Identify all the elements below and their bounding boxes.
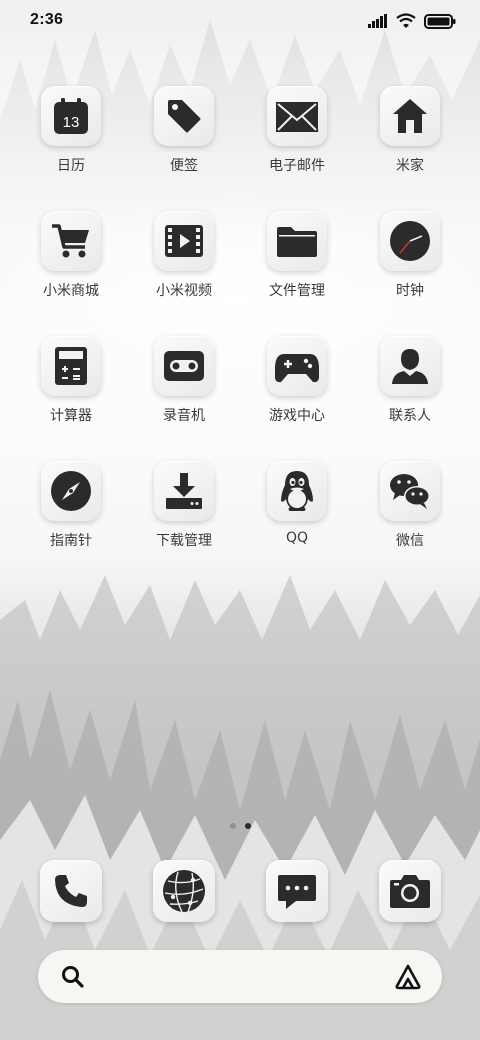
page-dot xyxy=(229,823,236,829)
status-bar: 2:36 xyxy=(0,0,480,44)
app-game-center[interactable]: 游戏中心 xyxy=(241,336,353,448)
search-icon[interactable] xyxy=(60,964,86,990)
app-label: 游戏中心 xyxy=(269,408,325,424)
app-compass[interactable]: 指南针 xyxy=(15,461,127,573)
dock-messages[interactable] xyxy=(266,860,328,922)
app-email[interactable]: 电子邮件 xyxy=(241,86,353,198)
contact-icon xyxy=(392,349,428,384)
app-qq[interactable]: QQ xyxy=(241,461,353,573)
calendar-icon: 13 xyxy=(54,98,88,134)
tag-icon xyxy=(168,100,201,133)
page-dot-current xyxy=(244,823,251,829)
qq-icon xyxy=(281,471,313,511)
dock-phone[interactable] xyxy=(40,860,102,922)
browser-icon xyxy=(163,870,205,913)
app-label: 指南针 xyxy=(50,533,92,549)
app-calculator[interactable]: 计算器 xyxy=(15,336,127,448)
search-bar[interactable] xyxy=(38,950,442,1003)
app-label: 小米视频 xyxy=(156,283,212,299)
download-icon xyxy=(166,473,202,509)
calendar-day: 13 xyxy=(63,114,80,131)
video-icon xyxy=(165,225,203,257)
wifi-icon xyxy=(396,13,416,28)
app-mi-store[interactable]: 小米商城 xyxy=(15,211,127,323)
home-icon xyxy=(393,99,427,133)
calculator-icon xyxy=(55,347,87,385)
app-file-manager[interactable]: 文件管理 xyxy=(241,211,353,323)
camera-icon xyxy=(390,875,430,908)
phone-icon xyxy=(55,875,87,907)
app-calendar[interactable]: 13 日历 xyxy=(15,86,127,198)
app-contacts[interactable]: 联系人 xyxy=(354,336,466,448)
app-label: QQ xyxy=(285,530,309,546)
assistant-icon[interactable] xyxy=(394,963,422,991)
app-recorder[interactable]: 录音机 xyxy=(128,336,240,448)
app-mi-video[interactable]: 小米视频 xyxy=(128,211,240,323)
app-label: 时钟 xyxy=(396,283,424,299)
page-indicator xyxy=(0,823,480,835)
compass-icon xyxy=(51,471,91,511)
app-label: 下载管理 xyxy=(156,533,212,549)
app-clock[interactable]: 时钟 xyxy=(354,211,466,323)
app-label: 日历 xyxy=(57,158,85,174)
app-wechat[interactable]: 微信 xyxy=(354,461,466,573)
signal-icon xyxy=(368,14,387,28)
recorder-icon xyxy=(164,351,204,381)
app-label: 计算器 xyxy=(50,408,92,424)
mail-icon xyxy=(276,102,318,132)
app-label: 联系人 xyxy=(389,408,431,424)
status-time: 2:36 xyxy=(30,11,64,28)
app-label: 微信 xyxy=(396,533,424,549)
app-label: 电子邮件 xyxy=(269,158,325,174)
cart-icon xyxy=(52,224,89,258)
folder-icon xyxy=(277,227,317,257)
app-download-manager[interactable]: 下载管理 xyxy=(128,461,240,573)
app-label: 小米商城 xyxy=(43,283,99,299)
app-label: 录音机 xyxy=(163,408,205,424)
messages-icon xyxy=(278,875,316,909)
dock-camera[interactable] xyxy=(379,860,441,922)
clock-icon xyxy=(390,221,430,261)
app-label: 便签 xyxy=(170,158,198,174)
dock-browser[interactable] xyxy=(153,860,215,922)
wechat-icon xyxy=(390,474,430,509)
app-notes[interactable]: 便签 xyxy=(128,86,240,198)
gamepad-icon xyxy=(275,354,319,383)
app-label: 文件管理 xyxy=(269,283,325,299)
app-mijia[interactable]: 米家 xyxy=(354,86,466,198)
battery-icon xyxy=(424,13,456,29)
app-label: 米家 xyxy=(396,158,424,174)
